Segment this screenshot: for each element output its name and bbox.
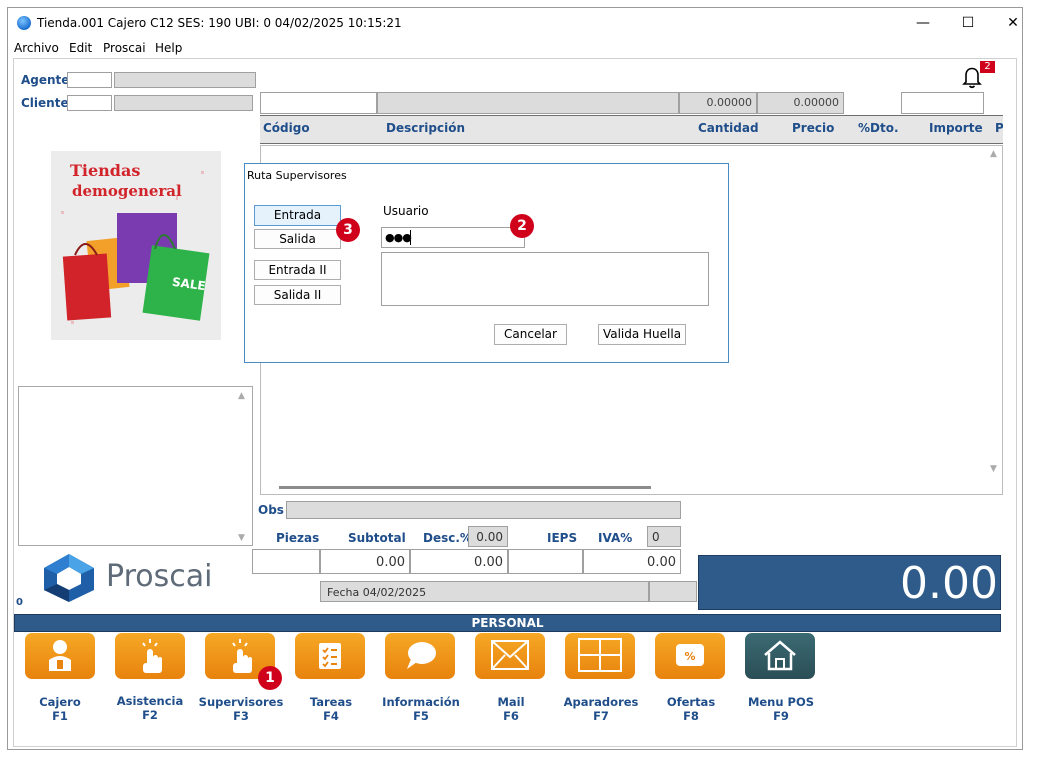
piezas-value-field xyxy=(252,549,320,574)
envelope-icon xyxy=(491,640,529,670)
app-globe-icon xyxy=(17,16,31,30)
usuario-label: Usuario xyxy=(383,204,429,218)
col-codigo[interactable]: Código xyxy=(263,121,310,135)
col-descripcion[interactable]: Descripción xyxy=(386,121,465,135)
aparadores-fkey-button[interactable] xyxy=(565,633,635,679)
proscai-logo-icon xyxy=(40,552,98,604)
proscai-brand-text: Proscai xyxy=(106,559,213,594)
description-entry-field xyxy=(377,92,679,114)
fecha-field: Fecha 04/02/2025 xyxy=(320,581,649,602)
desc-amount-value: 0.00 xyxy=(410,549,508,574)
info-list-box[interactable] xyxy=(18,386,253,546)
informacion-fkey-label: Información F5 xyxy=(382,695,460,723)
shelves-icon xyxy=(578,638,622,672)
asistencia-fkey-button[interactable] xyxy=(115,633,185,679)
list-scroll-up-icon[interactable]: ▲ xyxy=(238,391,245,401)
valida-huella-button[interactable]: Valida Huella xyxy=(598,324,686,345)
ieps-label: IEPS xyxy=(547,531,578,545)
usuario-password-input[interactable]: ●●● xyxy=(381,227,525,248)
agente-name-field xyxy=(114,72,256,88)
obs-label: Obs xyxy=(258,503,284,517)
dialog-title: Ruta Supervisores xyxy=(247,169,347,182)
ofertas-fkey-label: Ofertas F8 xyxy=(666,695,716,723)
menu-pos-fkey-label: Menu POS F9 xyxy=(747,695,815,723)
cliente-code-input[interactable] xyxy=(67,95,112,111)
personal-section-bar: PERSONAL xyxy=(14,614,1001,632)
col-importe[interactable]: Importe xyxy=(929,121,983,135)
desc-label: Desc.% xyxy=(423,531,472,545)
notification-badge: 2 xyxy=(980,61,995,73)
iva-label: IVA% xyxy=(598,531,633,545)
piezas-label: Piezas xyxy=(276,531,320,545)
entrada-ii-button[interactable]: Entrada II xyxy=(254,260,341,280)
asistencia-fkey-label: Asistencia F2 xyxy=(116,694,184,722)
extra-input[interactable] xyxy=(901,92,984,114)
col-p[interactable]: P xyxy=(995,121,1003,135)
cashier-icon xyxy=(49,640,71,671)
desc-percent-field[interactable]: 0.00 xyxy=(468,526,508,547)
message-textarea[interactable] xyxy=(381,252,709,306)
cliente-label: Cliente xyxy=(21,96,69,110)
hand-tap-icon xyxy=(142,639,162,673)
grid-hscrollbar[interactable] xyxy=(279,486,651,489)
subtotal-label: Subtotal xyxy=(348,531,406,545)
store-name-line2: demogeneral xyxy=(72,182,182,200)
tareas-fkey-button[interactable] xyxy=(295,633,365,679)
agente-code-input[interactable] xyxy=(67,72,112,88)
home-icon xyxy=(764,640,796,671)
subtotal-value: 0.00 xyxy=(320,549,410,574)
cajero-fkey-label: Cajero F1 xyxy=(39,695,81,723)
cancelar-button[interactable]: Cancelar xyxy=(494,324,567,345)
step-marker-1: 1 xyxy=(258,666,282,690)
col-precio[interactable]: Precio xyxy=(792,121,834,135)
iva-percent-field[interactable]: 0 xyxy=(647,526,681,547)
svg-text:%: % xyxy=(684,650,695,663)
maximize-button[interactable]: ☐ xyxy=(953,12,983,34)
step-marker-2: 2 xyxy=(510,214,534,238)
salida-button[interactable]: Salida xyxy=(254,229,341,249)
ofertas-fkey-button[interactable]: % xyxy=(655,633,725,679)
text-cursor xyxy=(410,230,411,245)
discount-tag-icon: % xyxy=(676,644,704,666)
tareas-fkey-label: Tareas F4 xyxy=(309,695,353,723)
quantity-value: 0.00000 xyxy=(679,92,757,114)
menu-pos-fkey-button[interactable] xyxy=(745,633,815,679)
list-scroll-down-icon[interactable]: ▼ xyxy=(238,533,245,543)
window-title: Tienda.001 Cajero C12 SES: 190 UBI: 0 04… xyxy=(37,16,402,30)
menu-proscai[interactable]: Proscai xyxy=(103,41,146,55)
speech-bubble-icon xyxy=(407,642,436,669)
menu-archivo[interactable]: Archivo xyxy=(14,41,59,55)
counter-zero: 0 xyxy=(16,597,23,608)
status-field xyxy=(649,581,697,602)
menu-edit[interactable]: Edit xyxy=(69,41,92,55)
mail-fkey-button[interactable] xyxy=(475,633,545,679)
total-display: 0.00 xyxy=(698,555,1001,610)
grid-scroll-down-icon[interactable]: ▼ xyxy=(990,464,997,474)
cajero-fkey-button[interactable] xyxy=(25,633,95,679)
minimize-button[interactable]: — xyxy=(908,12,938,34)
checklist-icon xyxy=(319,643,341,669)
menu-help[interactable]: Help xyxy=(155,41,182,55)
price-value: 0.00000 xyxy=(757,92,844,114)
mail-fkey-label: Mail F6 xyxy=(497,695,525,723)
store-name-line1: Tiendas xyxy=(70,161,141,180)
grid-scroll-up-icon[interactable]: ▲ xyxy=(990,149,997,159)
salida-ii-button[interactable]: Salida II xyxy=(254,285,341,305)
col-cantidad[interactable]: Cantidad xyxy=(698,121,759,135)
entrada-button[interactable]: Entrada xyxy=(254,205,341,226)
ieps-value-field xyxy=(508,549,583,574)
obs-field[interactable] xyxy=(286,501,681,519)
code-entry-input[interactable] xyxy=(260,92,377,114)
close-button[interactable]: ✕ xyxy=(998,12,1028,34)
ieps-amount-value: 0.00 xyxy=(583,549,681,574)
cliente-name-field xyxy=(114,95,253,111)
agente-label: Agente xyxy=(21,73,70,87)
col-dto[interactable]: %Dto. xyxy=(858,121,899,135)
step-marker-3: 3 xyxy=(336,218,360,242)
informacion-fkey-button[interactable] xyxy=(385,633,455,679)
aparadores-fkey-label: Aparadores F7 xyxy=(563,695,639,723)
supervisores-fkey-label: Supervisores F3 xyxy=(198,695,284,723)
